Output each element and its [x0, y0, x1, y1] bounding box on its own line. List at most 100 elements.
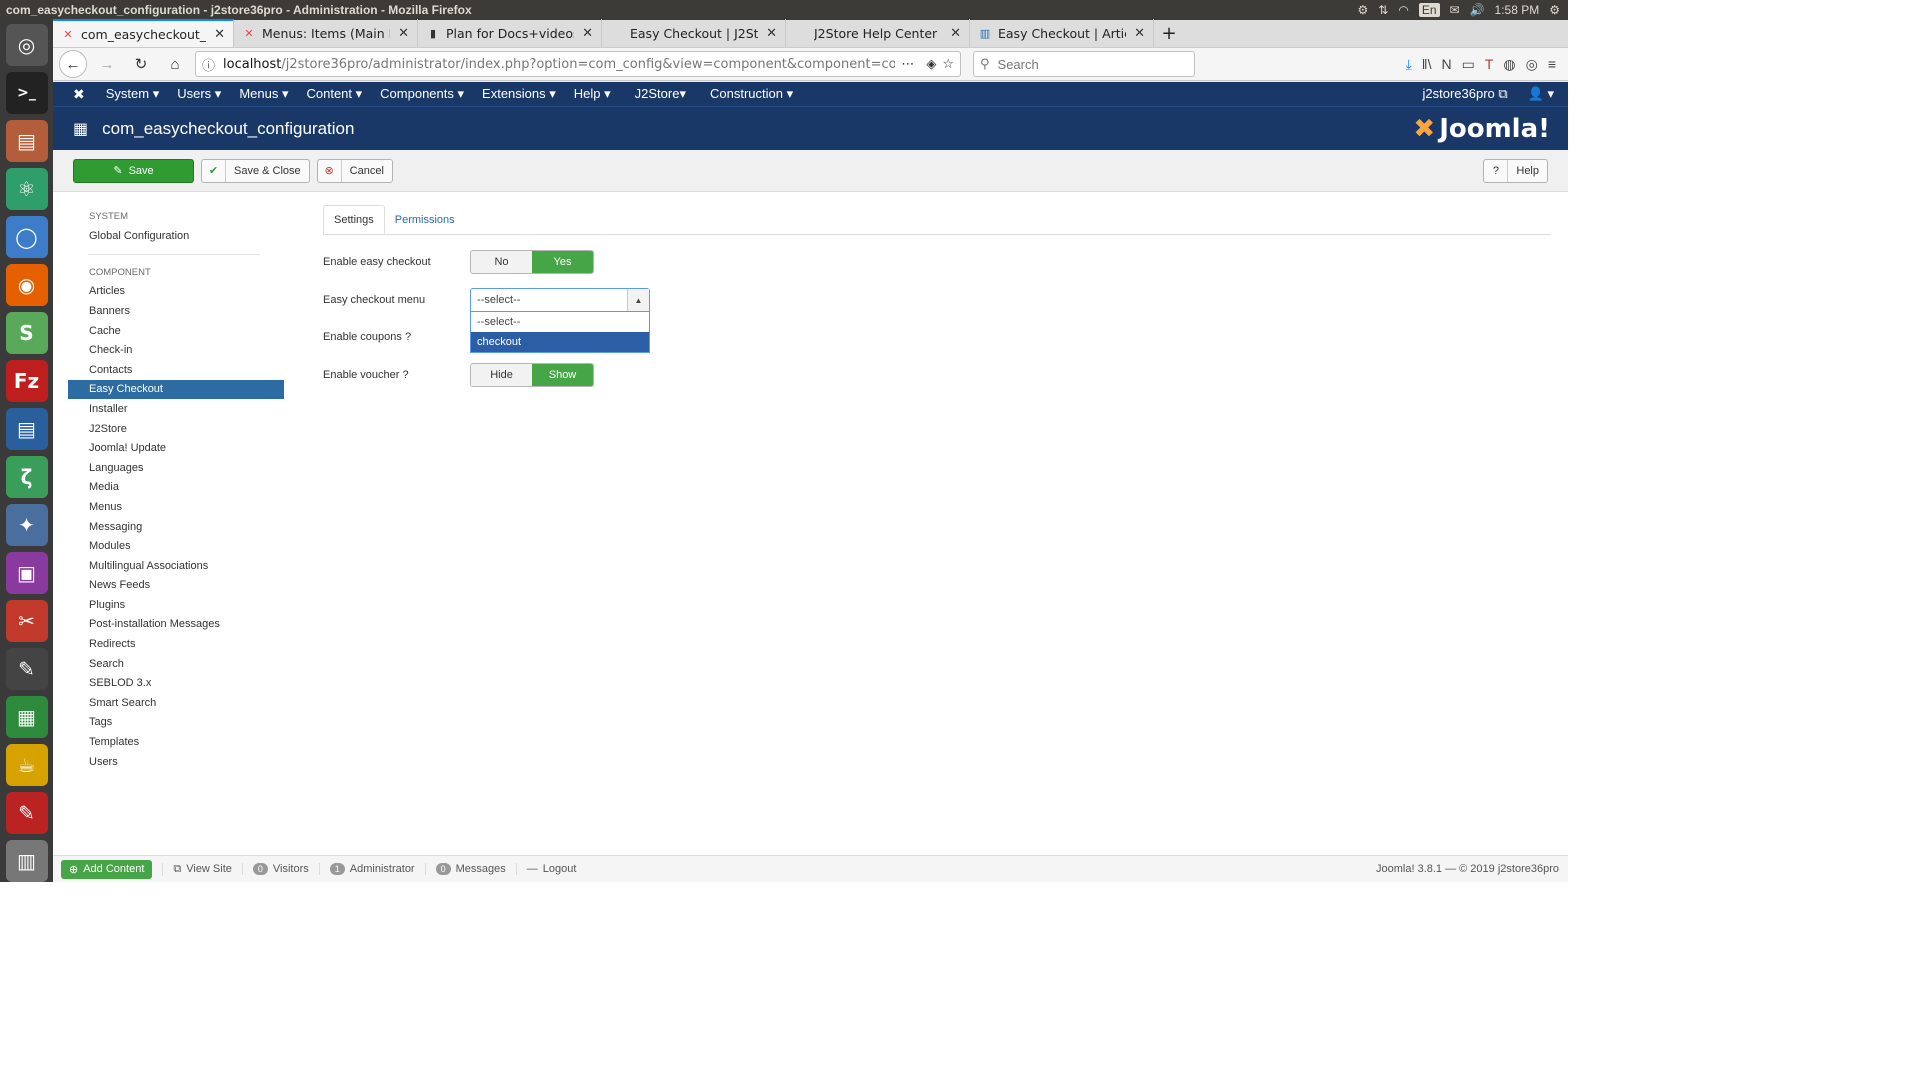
- sidebar-item-post-installation-messages[interactable]: Post-installation Messages: [68, 615, 284, 635]
- pocket-icon[interactable]: ◈: [926, 57, 936, 72]
- sidebar-icon[interactable]: ▭: [1462, 56, 1475, 73]
- close-icon[interactable]: ✕: [214, 27, 225, 42]
- keyboard-lang[interactable]: En: [1418, 3, 1440, 17]
- sidebar-item-global-configuration[interactable]: Global Configuration: [68, 226, 284, 246]
- tab-permissions[interactable]: Permissions: [385, 205, 465, 234]
- sidebar-item-plugins[interactable]: Plugins: [68, 595, 284, 615]
- joomla-logo-icon[interactable]: ✖: [73, 86, 85, 103]
- help-button[interactable]: ? Help: [1483, 158, 1548, 183]
- media-icon[interactable]: ▣: [5, 552, 48, 594]
- atom-icon[interactable]: ⚛: [5, 168, 48, 210]
- chromium-icon[interactable]: ◯: [5, 216, 48, 258]
- menu-j2store[interactable]: J2Store▾: [626, 86, 695, 102]
- addon-icon[interactable]: ◍: [1503, 56, 1515, 73]
- settings-icon[interactable]: ⚙: [1358, 3, 1369, 17]
- power-icon[interactable]: ⚙: [1549, 3, 1560, 17]
- filezilla-icon[interactable]: Fz: [5, 360, 48, 402]
- close-icon[interactable]: ✕: [398, 26, 409, 41]
- yes-button[interactable]: Yes: [532, 251, 593, 273]
- sidebar-item-multilingual-associations[interactable]: Multilingual Associations: [68, 556, 284, 576]
- user-icon[interactable]: 👤 ▾: [1528, 86, 1554, 102]
- close-icon[interactable]: ✕: [1134, 26, 1145, 41]
- sidebar-item-banners[interactable]: Banners: [68, 301, 284, 321]
- download-icon[interactable]: ⤓: [1406, 56, 1412, 73]
- close-icon[interactable]: ✕: [582, 26, 593, 41]
- easy-checkout-menu-select[interactable]: --select-- ▲ --select-- checkout: [470, 288, 650, 353]
- save-button[interactable]: ✎ Save: [73, 158, 194, 183]
- sidebar-item-articles[interactable]: Articles: [68, 282, 284, 302]
- slack-icon[interactable]: S: [5, 312, 48, 354]
- sidebar-item-languages[interactable]: Languages: [68, 458, 284, 478]
- menu-extensions[interactable]: Extensions ▾: [473, 86, 565, 102]
- no-button[interactable]: No: [471, 251, 532, 273]
- tools-icon[interactable]: ✂: [5, 600, 48, 642]
- bookmark-star-icon[interactable]: ☆: [942, 57, 954, 72]
- menu-help[interactable]: Help ▾: [565, 86, 620, 102]
- terminal-icon[interactable]: >_: [5, 72, 48, 114]
- wifi-icon[interactable]: ◠: [1398, 3, 1408, 17]
- back-button[interactable]: ←: [59, 50, 87, 78]
- hide-button[interactable]: Hide: [471, 364, 532, 386]
- browser-tab-1[interactable]: ✕ com_easycheckout_con ✕: [53, 19, 234, 47]
- writer-icon[interactable]: ▤: [5, 408, 48, 450]
- browser-tab-2[interactable]: ✕ Menus: Items (Main Me ✕: [234, 19, 418, 47]
- save-close-button[interactable]: ✔ Save & Close: [201, 158, 310, 183]
- addon-t-icon[interactable]: T: [1485, 56, 1494, 73]
- logout-link[interactable]: — Logout: [515, 863, 587, 875]
- page-actions-icon[interactable]: ⋯: [901, 57, 914, 72]
- reload-button[interactable]: ↻: [127, 50, 155, 78]
- sidebar-item-smart-search[interactable]: Smart Search: [68, 693, 284, 713]
- select-box[interactable]: --select-- ▲: [470, 288, 650, 312]
- volume-icon[interactable]: 🔊: [1470, 3, 1485, 17]
- sidebar-item-news-feeds[interactable]: News Feeds: [68, 576, 284, 596]
- site-link[interactable]: j2store36pro ⧉: [1422, 86, 1507, 102]
- sidebar-item-messaging[interactable]: Messaging: [68, 517, 284, 537]
- files-icon[interactable]: ▤: [5, 120, 48, 162]
- sidebar-item-easy-checkout[interactable]: Easy Checkout: [68, 379, 284, 400]
- browser-tab-3[interactable]: ▮ Plan for Docs+videos f ✕: [418, 19, 602, 47]
- browser-tab-6[interactable]: ▥ Easy Checkout | Articles ✕: [970, 19, 1154, 47]
- select-option[interactable]: --select--: [471, 312, 649, 332]
- sidebar-item-installer[interactable]: Installer: [68, 399, 284, 419]
- messages-indicator[interactable]: 0 Messages: [424, 863, 516, 875]
- sidebar-item-joomla-update[interactable]: Joomla! Update: [68, 438, 284, 458]
- url-bar[interactable]: ⓘ localhost/j2store36pro/administrator/i…: [195, 51, 961, 77]
- sidebar-item-cache[interactable]: Cache: [68, 321, 284, 341]
- menu-construction[interactable]: Construction ▾: [701, 86, 802, 102]
- cancel-button[interactable]: ⊗ Cancel: [316, 158, 393, 183]
- transfer-icon[interactable]: ⇅: [1378, 3, 1388, 17]
- library-icon[interactable]: ‖\: [1422, 56, 1432, 73]
- home-button[interactable]: ⌂: [161, 50, 189, 78]
- evince-icon[interactable]: ✎: [5, 792, 48, 834]
- sidebar-item-users[interactable]: Users: [68, 752, 284, 772]
- sidebar-item-contacts[interactable]: Contacts: [68, 360, 284, 380]
- shotwell-icon[interactable]: ✦: [5, 504, 48, 546]
- admin-indicator[interactable]: 1 Administrator: [318, 863, 425, 875]
- new-tab-button[interactable]: +: [1154, 19, 1184, 47]
- close-icon[interactable]: ✕: [950, 26, 961, 41]
- menu-system[interactable]: System ▾: [97, 86, 168, 102]
- tab-settings[interactable]: Settings: [323, 205, 385, 234]
- sidebar-item-media[interactable]: Media: [68, 478, 284, 498]
- show-button[interactable]: Show: [532, 364, 593, 386]
- select-option[interactable]: checkout: [471, 332, 649, 352]
- sidebar-item-redirects[interactable]: Redirects: [68, 634, 284, 654]
- firefox-icon[interactable]: ◉: [5, 264, 48, 306]
- color-picker-icon[interactable]: ✎: [5, 648, 48, 690]
- forward-button[interactable]: →: [93, 50, 121, 78]
- clock[interactable]: 1:58 PM: [1495, 3, 1540, 17]
- sidebar-item-modules[interactable]: Modules: [68, 536, 284, 556]
- sidebar-item-check-in[interactable]: Check-in: [68, 340, 284, 360]
- search-input[interactable]: ⚲ Search: [973, 51, 1195, 77]
- close-icon[interactable]: ✕: [766, 26, 777, 41]
- sidebar-item-search[interactable]: Search: [68, 654, 284, 674]
- caret-up-icon[interactable]: ▲: [627, 289, 649, 311]
- sidebar-item-seblod-3-x[interactable]: SEBLOD 3.x: [68, 673, 284, 693]
- zeal-icon[interactable]: ζ: [5, 456, 48, 498]
- ubuntu-icon[interactable]: ◎: [5, 24, 48, 66]
- mail-icon[interactable]: ✉: [1450, 3, 1460, 17]
- sidebar-item-tags[interactable]: Tags: [68, 713, 284, 733]
- view-site-link[interactable]: ⧉ View Site: [162, 862, 242, 876]
- add-content-button[interactable]: ⊕ Add Content: [61, 859, 153, 879]
- menu-users[interactable]: Users ▾: [168, 86, 230, 102]
